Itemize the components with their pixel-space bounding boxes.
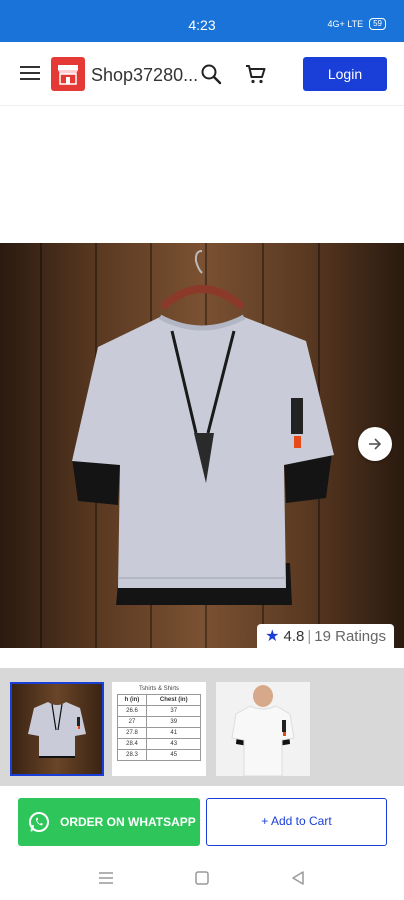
arrow-right-icon	[369, 438, 382, 450]
tshirt-illustration	[72, 250, 334, 605]
cart-icon[interactable]	[244, 62, 268, 86]
menu-icon[interactable]	[20, 66, 40, 82]
order-on-whatsapp-button[interactable]: ORDER ON WHATSAPP	[18, 798, 200, 846]
thumbnail-size-chart[interactable]: Tshirts & Shirts h (in) Chest (in) 26.6 3…	[112, 682, 206, 776]
login-button[interactable]: Login	[303, 57, 387, 91]
rating-count: 19 Ratings	[314, 627, 386, 645]
app-header: Shop37280... Login	[0, 42, 404, 106]
shop-logo[interactable]	[51, 57, 85, 91]
battery-icon: 59	[369, 18, 386, 30]
recent-apps-icon[interactable]	[96, 868, 116, 888]
home-icon[interactable]	[192, 868, 212, 888]
thumbnail-1[interactable]	[10, 682, 104, 776]
size-col-header: Chest (in)	[146, 694, 202, 706]
add-to-cart-button[interactable]: + Add to Cart	[206, 798, 387, 846]
star-icon: ★	[265, 628, 280, 645]
size-chart-title: Tshirts & Shirts	[138, 686, 179, 692]
size-cell: 37	[146, 705, 202, 717]
size-cell: 45	[146, 749, 202, 761]
size-cell: 26.6	[116, 705, 148, 717]
rating-separator: |	[307, 627, 312, 645]
status-icons: 4G+ LTE 59	[327, 18, 386, 30]
back-icon[interactable]	[288, 868, 308, 888]
size-chart-table: h (in) Chest (in) 26.6 37 27 39 27.8 41 28.…	[116, 694, 202, 761]
thumbnail-3[interactable]	[216, 682, 310, 776]
shop-name[interactable]: Shop37280...	[91, 65, 203, 86]
whatsapp-button-label: ORDER ON WHATSAPP	[60, 815, 196, 829]
size-col-header: h (in)	[116, 694, 148, 706]
thumbnail-strip: Tshirts & Shirts h (in) Chest (in) 26.6 3…	[0, 668, 404, 786]
whatsapp-icon	[29, 812, 49, 832]
product-image[interactable]: ★ 4.8 | 19 Ratings	[0, 243, 404, 648]
size-cell: 43	[146, 738, 202, 750]
status-bar: 4:23 4G+ LTE 59	[0, 0, 404, 42]
size-cell: 27.8	[116, 727, 148, 739]
size-cell: 39	[146, 716, 202, 728]
size-cell: 28.3	[116, 749, 148, 761]
action-bar: ORDER ON WHATSAPP + Add to Cart	[0, 786, 404, 856]
rating-value: 4.8	[283, 627, 305, 645]
size-cell: 28.4	[116, 738, 148, 750]
rating-badge: ★ 4.8 | 19 Ratings	[257, 624, 394, 648]
size-cell: 27	[116, 716, 148, 728]
network-indicator: 4G+ LTE	[327, 19, 364, 29]
next-image-button[interactable]	[358, 427, 392, 461]
search-icon[interactable]	[199, 62, 223, 86]
size-cell: 41	[146, 727, 202, 739]
system-nav-bar	[0, 856, 404, 900]
